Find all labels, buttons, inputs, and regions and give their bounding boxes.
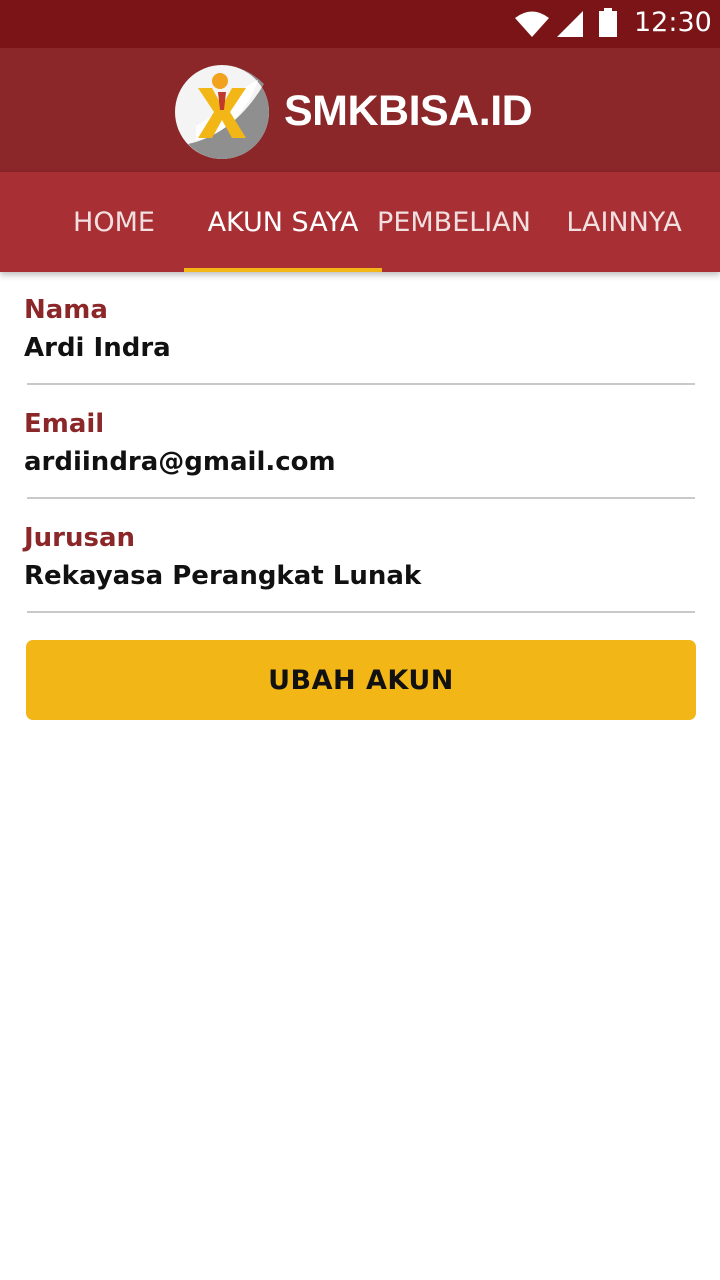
name-value: Ardi Indra	[24, 333, 171, 363]
major-field: Jurusan Rekayasa Perangkat Lunak	[24, 522, 696, 594]
divider	[27, 611, 695, 613]
divider	[27, 383, 695, 385]
tab-akun-saya[interactable]: AKUN SAYA	[184, 172, 382, 272]
email-field: Email ardiindra@gmail.com	[24, 408, 696, 480]
name-field: Nama Ardi Indra	[24, 294, 696, 366]
tab-lainnya[interactable]: LAINNYA	[544, 172, 704, 272]
smkbisa-logo-icon	[174, 64, 270, 160]
status-time: 12:30	[634, 7, 712, 38]
wifi-icon	[514, 10, 550, 42]
active-tab-indicator	[184, 268, 382, 272]
app-header: SMKBISA.ID	[0, 48, 720, 172]
tab-bar: HOME AKUN SAYA PEMBELIAN LAINNYA	[0, 172, 720, 272]
battery-icon	[598, 8, 618, 42]
major-value: Rekayasa Perangkat Lunak	[24, 561, 422, 591]
major-label: Jurusan	[24, 523, 136, 553]
name-label: Nama	[24, 295, 108, 325]
tab-home[interactable]: HOME	[30, 172, 198, 272]
edit-account-button[interactable]: UBAH AKUN	[26, 640, 696, 720]
logo-text: SMKBISA.ID	[284, 87, 533, 135]
email-label: Email	[24, 409, 105, 439]
cell-signal-icon	[556, 10, 584, 42]
status-bar: 12:30	[0, 0, 720, 48]
divider	[27, 497, 695, 499]
email-value: ardiindra@gmail.com	[24, 447, 336, 477]
tab-pembelian[interactable]: PEMBELIAN	[372, 172, 536, 272]
